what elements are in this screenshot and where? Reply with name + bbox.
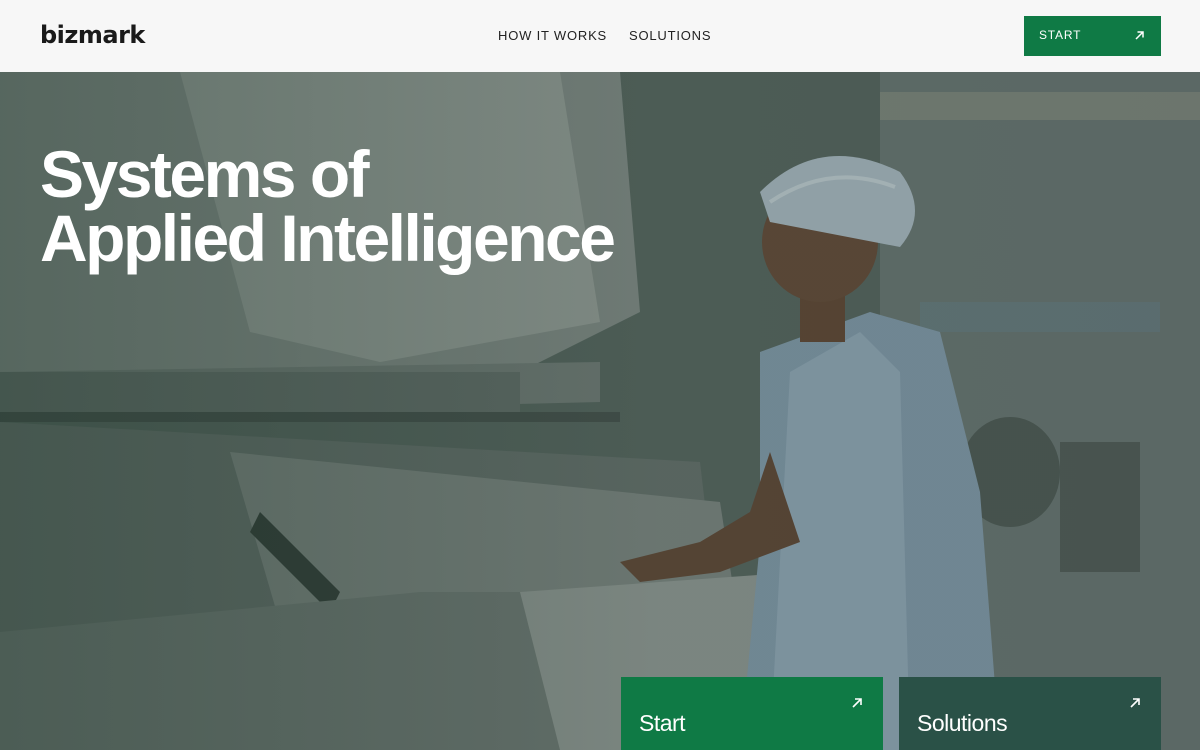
bizmark-logo[interactable]: bizmark bbox=[40, 20, 145, 50]
solutions-card-title: Solutions bbox=[917, 710, 1008, 736]
start-card[interactable]: Start bbox=[621, 677, 883, 750]
top-navigation-bar: bizmark HOW IT WORKS SOLUTIONS START bbox=[0, 0, 1200, 72]
hero-section: Systems of Applied Intelligence Start So… bbox=[0, 72, 1200, 750]
headline-line-2: Applied Intelligence bbox=[40, 201, 616, 275]
hero-headline: Systems of Applied Intelligence bbox=[40, 137, 616, 275]
arrow-up-right-icon bbox=[1130, 698, 1140, 708]
arrow-up-right-icon bbox=[1135, 31, 1144, 40]
nav-link-solutions[interactable]: SOLUTIONS bbox=[629, 27, 711, 45]
start-button[interactable]: START bbox=[1024, 16, 1161, 56]
start-card-title: Start bbox=[639, 710, 686, 736]
arrow-up-right-icon bbox=[852, 698, 862, 708]
headline-line-1: Systems of bbox=[40, 137, 370, 211]
nav-link-how-it-works[interactable]: HOW IT WORKS bbox=[498, 27, 607, 45]
start-button-label: START bbox=[1039, 28, 1082, 42]
solutions-card[interactable]: Solutions bbox=[899, 677, 1161, 750]
